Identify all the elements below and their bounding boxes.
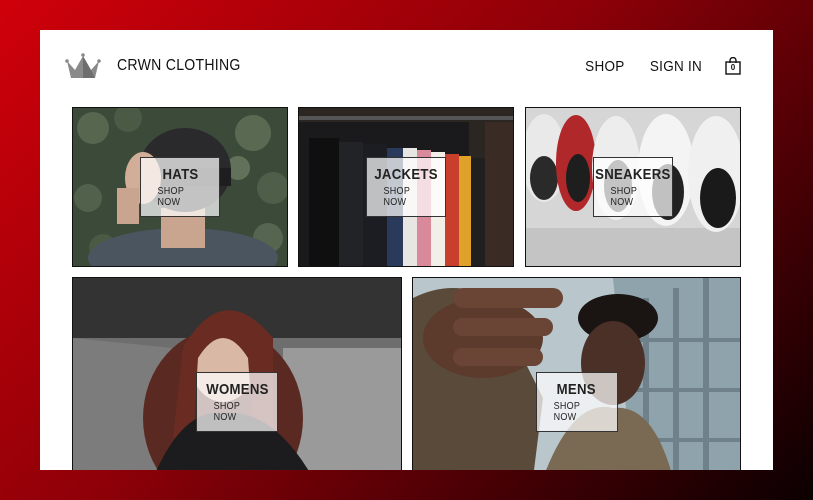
category-label-box: HATS SHOP NOW	[140, 157, 220, 217]
category-tile-jackets[interactable]: JACKETS SHOP NOW	[298, 107, 514, 267]
category-label-box: SNEAKERS SHOP NOW	[593, 157, 673, 217]
category-label-box: JACKETS SHOP NOW	[366, 157, 446, 217]
shopping-bag-icon[interactable]: 0	[725, 57, 741, 75]
top-nav: SHOP SIGN IN 0	[583, 57, 741, 75]
category-title: MENS	[556, 381, 597, 398]
crown-icon[interactable]	[65, 50, 101, 80]
category-tile-hats[interactable]: HATS SHOP NOW	[72, 107, 288, 267]
category-tile-womens[interactable]: WOMENS SHOP NOW	[72, 277, 402, 470]
brand-name: CRWN CLOTHING	[117, 57, 241, 74]
category-label-box: MENS SHOP NOW	[535, 372, 618, 432]
nav-sign-in-link[interactable]: SIGN IN	[650, 58, 702, 75]
category-label-box: WOMENS SHOP NOW	[196, 372, 278, 432]
category-title: WOMENS	[205, 381, 269, 398]
shop-now-link[interactable]: SHOP NOW	[611, 186, 656, 208]
shop-now-link[interactable]: SHOP NOW	[384, 186, 429, 208]
category-title: JACKETS	[374, 166, 438, 183]
shop-now-link[interactable]: SHOP NOW	[553, 401, 600, 423]
category-title: HATS	[161, 166, 198, 183]
category-tile-mens[interactable]: MENS SHOP NOW	[412, 277, 741, 470]
nav-shop-link[interactable]: SHOP	[586, 58, 625, 75]
header: CRWN CLOTHING SHOP SIGN IN 0	[40, 30, 773, 100]
shop-now-link[interactable]: SHOP NOW	[214, 401, 261, 423]
category-title: SNEAKERS	[595, 166, 671, 183]
category-tile-sneakers[interactable]: SNEAKERS SHOP NOW	[525, 107, 741, 267]
shop-now-link[interactable]: SHOP NOW	[158, 186, 203, 208]
cart-count: 0	[730, 63, 736, 72]
app-window: CRWN CLOTHING SHOP SIGN IN 0 HATS SHOP N…	[40, 30, 773, 470]
